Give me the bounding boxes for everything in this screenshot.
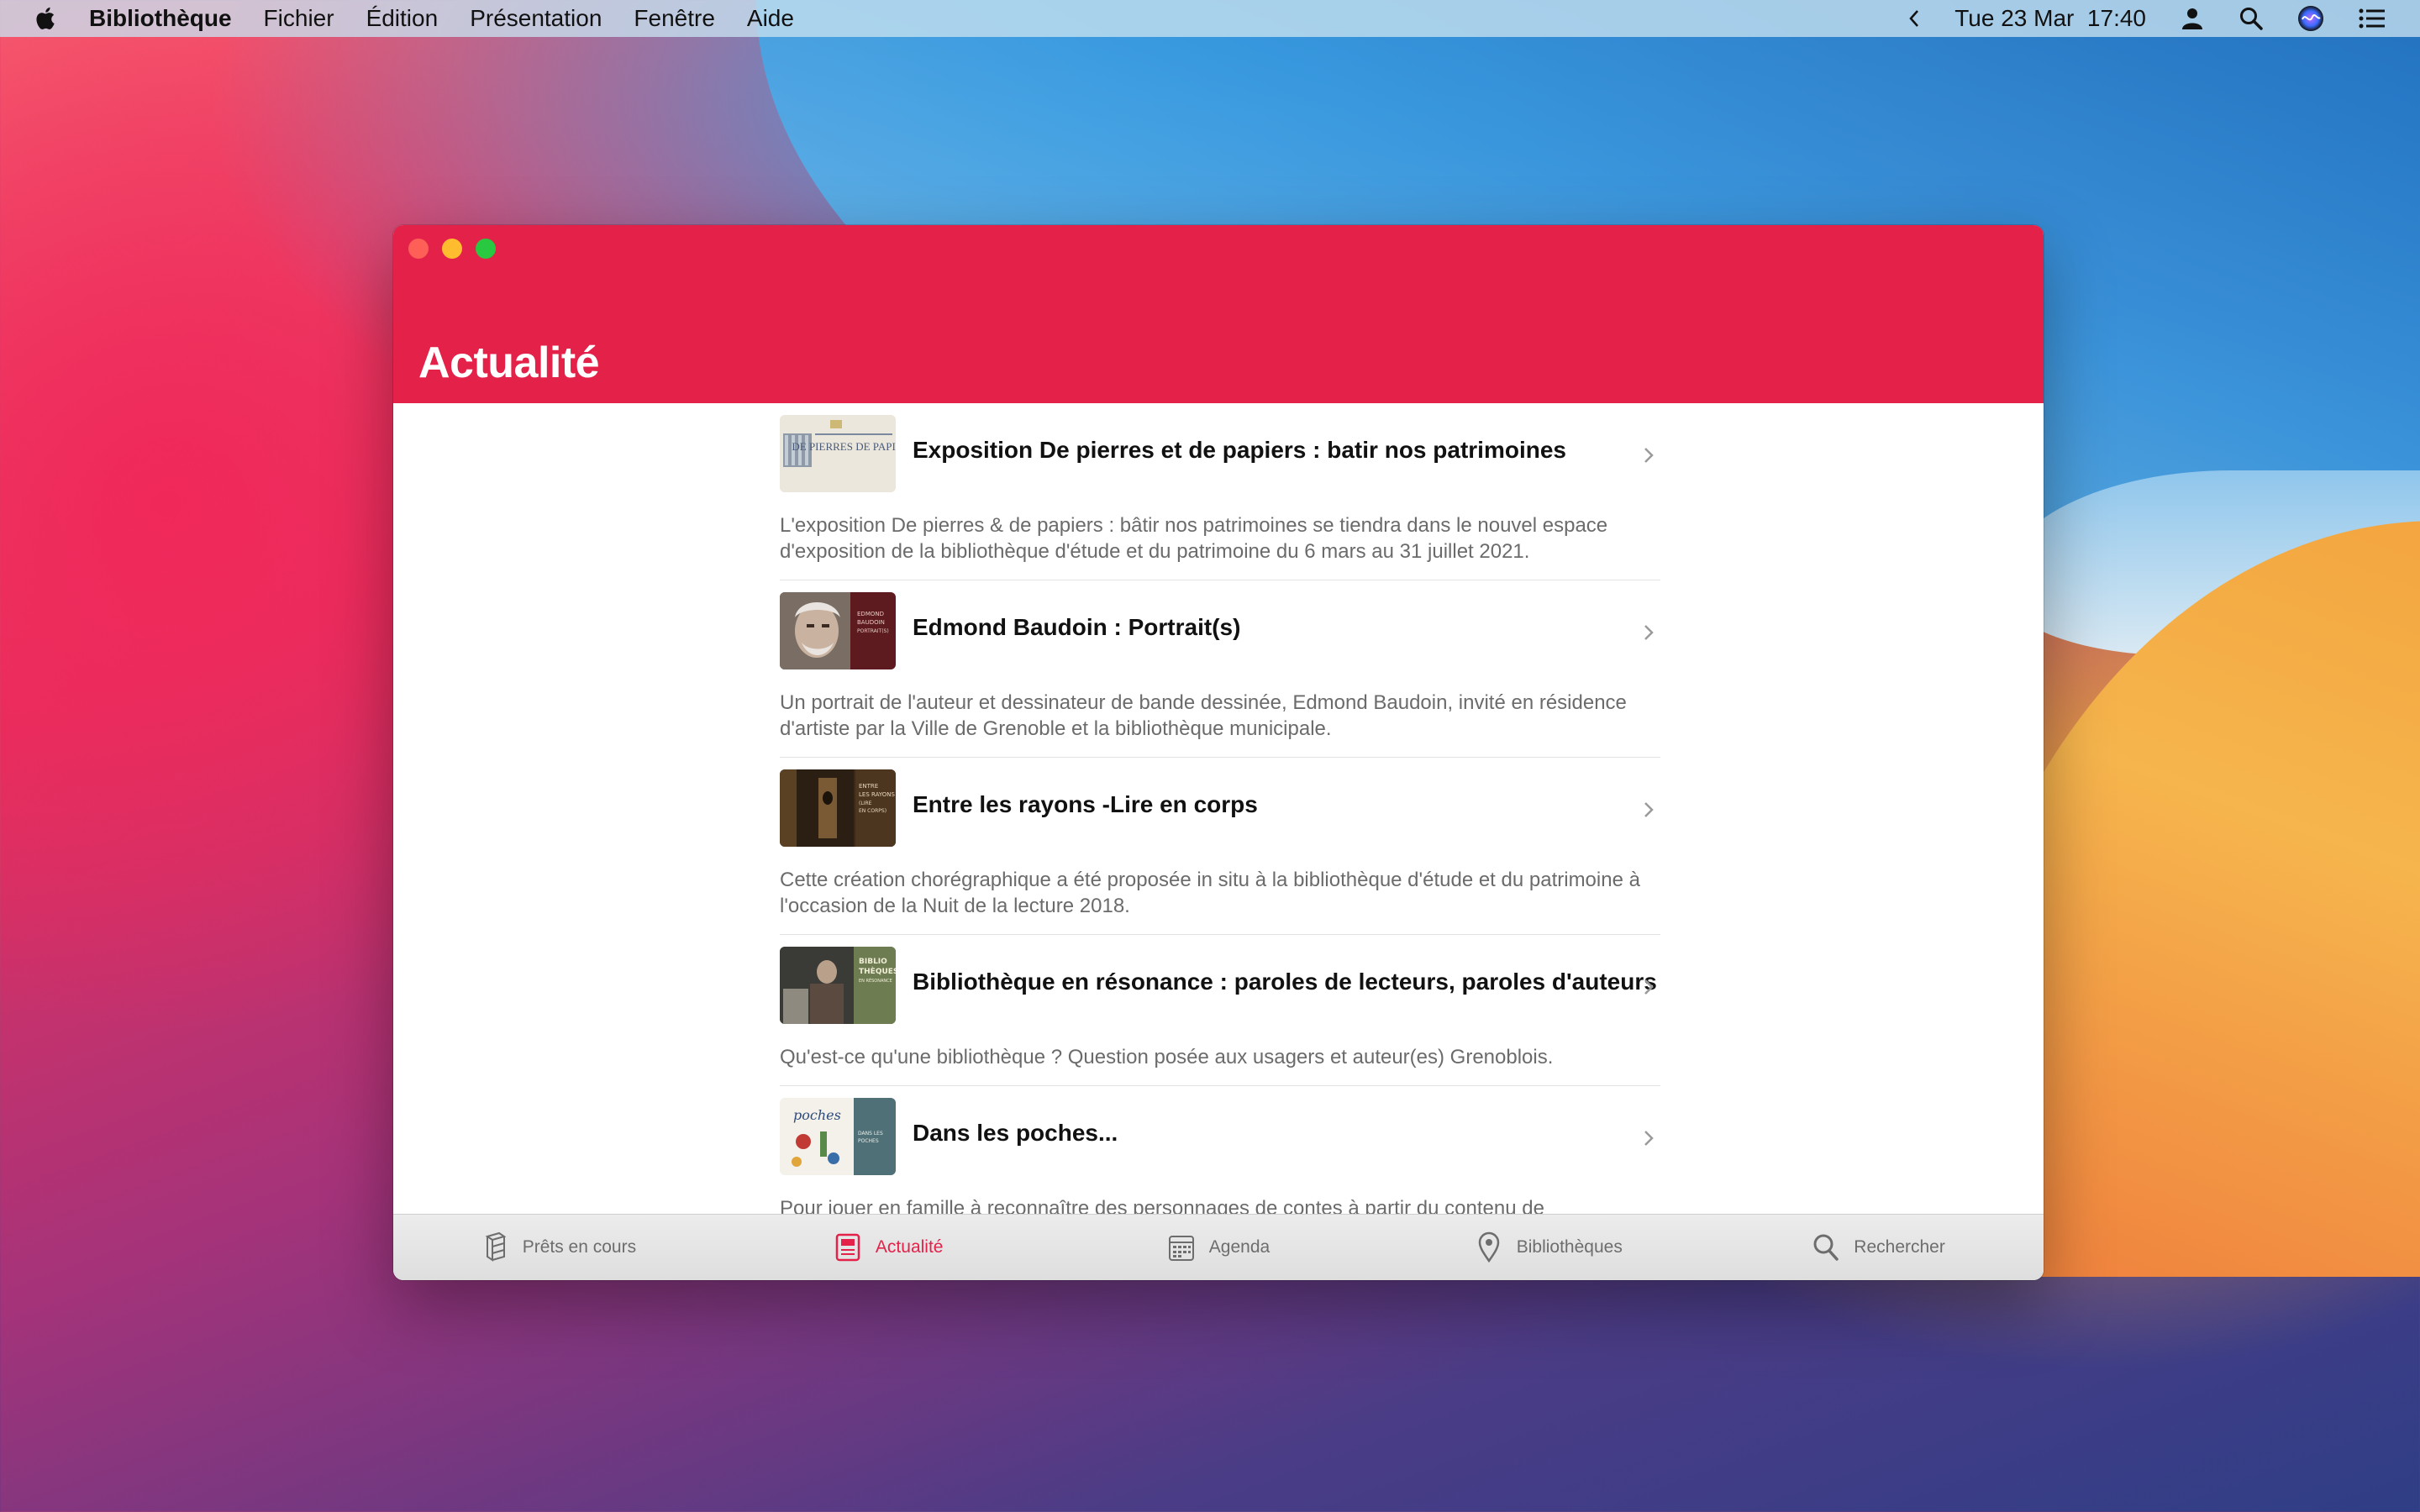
news-item-header[interactable]: EDMOND BAUDOIN PORTRAIT(S) Edmond Baudoi… (780, 592, 1660, 673)
tab-label: Rechercher (1854, 1237, 1945, 1257)
calendar-icon (1168, 1236, 1194, 1261)
menu-bar-extras: Tue 23 Mar 17:40 (1907, 0, 2420, 37)
menu-bar: Bibliothèque Fichier Édition Présentatio… (0, 0, 2420, 37)
menu-clock[interactable]: Tue 23 Mar 17:40 (1954, 5, 2146, 32)
news-item-title: Exposition De pierres et de papiers : ba… (913, 437, 1566, 463)
window-zoom-button[interactable] (476, 239, 496, 259)
tab-bibliotheques[interactable]: Bibliothèques (1383, 1215, 1713, 1280)
news-thumbnail: EDMOND BAUDOIN PORTRAIT(S) (780, 592, 896, 669)
news-item-header[interactable]: ENTRE LES RAYONS (LIRE EN CORPS) Entre l… (780, 769, 1660, 850)
svg-text:PORTRAIT(S): PORTRAIT(S) (857, 628, 889, 634)
app-window: Actualité DE PIERRES DE PAPIERS (393, 225, 2044, 1280)
svg-text:poches: poches (793, 1107, 841, 1123)
news-item-header[interactable]: BIBLIO THÈQUES EN RÉSONANCE Bibliothèque… (780, 947, 1660, 1027)
tab-prets-en-cours[interactable]: Prêts en cours (393, 1215, 723, 1280)
thumb-text: EDMOND (857, 611, 884, 617)
news-item[interactable]: ENTRE LES RAYONS (LIRE EN CORPS) Entre l… (780, 769, 1660, 935)
news-thumbnail: BIBLIO THÈQUES EN RÉSONANCE (780, 947, 896, 1024)
news-item-title: Bibliothèque en résonance : paroles de l… (913, 969, 1657, 995)
newspaper-icon (835, 1233, 860, 1262)
news-item-description: L'exposition De pierres & de papiers : b… (780, 514, 1608, 563)
svg-text:LES RAYONS: LES RAYONS (859, 791, 895, 798)
menu-presentation[interactable]: Présentation (470, 5, 602, 32)
news-thumbnail: ENTRE LES RAYONS (LIRE EN CORPS) (780, 769, 896, 847)
page-title: Actualité (418, 339, 600, 387)
menu-fenetre[interactable]: Fenêtre (634, 5, 715, 32)
svg-text:EN RÉSONANCE: EN RÉSONANCE (859, 977, 892, 984)
news-item-description: Cette création chorégraphique a été prop… (780, 869, 1640, 917)
news-item-description: Un portrait de l'auteur et dessinateur d… (780, 691, 1627, 740)
chevron-right-icon (1644, 979, 1654, 995)
news-item-title: Edmond Baudoin : Portrait(s) (913, 614, 1241, 640)
svg-text:BAUDOIN: BAUDOIN (857, 619, 885, 626)
news-list: DE PIERRES DE PAPIERS Exposition De pier… (780, 403, 1660, 1263)
chevron-right-icon (1644, 1131, 1654, 1146)
svg-text:BIBLIO: BIBLIO (859, 958, 887, 966)
svg-text:THÈQUES: THÈQUES (859, 966, 896, 976)
books-stack-icon (485, 1231, 507, 1262)
chevron-right-icon (1644, 625, 1654, 640)
news-item-header[interactable]: poches DANS LES POCHES Dans les poches..… (780, 1098, 1660, 1179)
svg-text:ENTRE: ENTRE (859, 783, 878, 790)
menu-edition[interactable]: Édition (366, 5, 439, 32)
tab-actualite[interactable]: Actualité (723, 1215, 1054, 1280)
news-item[interactable]: EDMOND BAUDOIN PORTRAIT(S) Edmond Baudoi… (780, 592, 1660, 758)
svg-text:(LIRE: (LIRE (859, 801, 872, 806)
title-bar: Actualité (393, 225, 2044, 403)
tab-label: Bibliothèques (1516, 1237, 1623, 1257)
map-pin-icon (1478, 1231, 1499, 1263)
news-item[interactable]: BIBLIO THÈQUES EN RÉSONANCE Bibliothèque… (780, 947, 1660, 1086)
news-thumbnail: poches DANS LES POCHES (780, 1098, 896, 1175)
svg-text:POCHES: POCHES (858, 1138, 879, 1144)
news-item-title: Entre les rayons -Lire en corps (913, 791, 1258, 817)
apple-icon[interactable] (32, 4, 60, 33)
tab-agenda[interactable]: Agenda (1054, 1215, 1384, 1280)
chevron-right-icon (1644, 802, 1654, 817)
chevron-left-icon[interactable] (1907, 8, 1921, 29)
tab-bar: Prêts en cours Actualité Agenda Biblioth… (393, 1214, 2044, 1280)
menu-app-name[interactable]: Bibliothèque (89, 5, 232, 32)
user-icon[interactable] (2180, 6, 2205, 31)
menu-fichier[interactable]: Fichier (264, 5, 334, 32)
tab-rechercher[interactable]: Rechercher (1713, 1215, 2044, 1280)
menu-aide[interactable]: Aide (747, 5, 794, 32)
news-item-header[interactable]: DE PIERRES DE PAPIERS Exposition De pier… (780, 415, 1660, 496)
news-item[interactable]: DE PIERRES DE PAPIERS Exposition De pier… (780, 415, 1660, 580)
spotlight-search-icon[interactable] (2238, 6, 2264, 31)
window-minimize-button[interactable] (442, 239, 462, 259)
svg-text:EN CORPS): EN CORPS) (859, 808, 886, 814)
tab-label: Agenda (1208, 1237, 1270, 1257)
tab-label: Actualité (875, 1237, 944, 1257)
thumb-text: DE PIERRES DE PAPIERS (792, 440, 896, 453)
news-thumbnail: DE PIERRES DE PAPIERS (780, 415, 896, 492)
chevron-right-icon (1644, 448, 1654, 463)
window-close-button[interactable] (408, 239, 429, 259)
svg-text:DANS LES: DANS LES (858, 1131, 883, 1137)
tab-label: Prêts en cours (522, 1237, 637, 1257)
notification-center-icon[interactable] (2358, 7, 2386, 30)
news-content: DE PIERRES DE PAPIERS Exposition De pier… (393, 403, 2044, 1280)
news-item-title: Dans les poches... (913, 1120, 1118, 1146)
siri-icon[interactable] (2297, 5, 2324, 32)
search-icon (1813, 1234, 1839, 1261)
news-item-description: Qu'est-ce qu'une bibliothèque ? Question… (780, 1046, 1554, 1068)
